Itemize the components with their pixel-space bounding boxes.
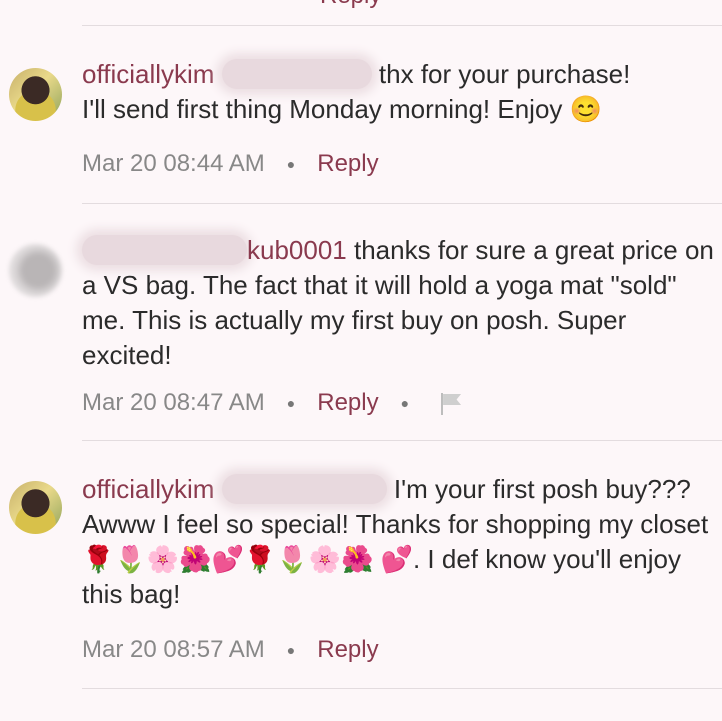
comment-username[interactable]: officiallykim bbox=[82, 474, 214, 504]
comment-timestamp: Mar 20 08:47 AM bbox=[82, 389, 265, 416]
separator-dot: ● bbox=[400, 395, 410, 411]
separator-dot: ● bbox=[286, 642, 296, 658]
comment-body-line2: I'll send first thing Monday morning! En… bbox=[82, 94, 563, 124]
comment-timestamp: Mar 20 08:44 AM bbox=[82, 150, 265, 177]
comment-username-suffix[interactable]: kub0001 bbox=[247, 235, 347, 265]
divider bbox=[82, 203, 722, 204]
avatar[interactable] bbox=[9, 68, 62, 121]
divider bbox=[82, 688, 722, 689]
reply-button[interactable]: Reply bbox=[317, 150, 378, 178]
redacted-mention bbox=[221, 474, 387, 504]
smiley-emoji-icon: 😊 bbox=[569, 94, 603, 124]
hearts-emoji-icon: 💕 bbox=[380, 544, 413, 574]
divider bbox=[82, 25, 722, 26]
avatar[interactable] bbox=[9, 481, 62, 534]
reply-button[interactable]: Reply bbox=[317, 389, 378, 417]
redacted-mention bbox=[221, 59, 372, 89]
flower-emoji-icon: 🌹🌷🌸🌺💕🌹🌷🌸🌺 bbox=[82, 544, 374, 574]
comment-username[interactable]: officiallykim bbox=[82, 59, 214, 89]
comment-body-line1: thx for your purchase! bbox=[378, 59, 631, 89]
divider bbox=[82, 440, 722, 441]
reply-button[interactable]: Reply bbox=[317, 636, 378, 664]
comment-text: officiallykim I'm your first posh buy???… bbox=[82, 472, 714, 612]
comment-meta: Mar 20 08:47 AM ● Reply ● bbox=[82, 389, 463, 417]
previous-reply-link[interactable]: Reply bbox=[320, 0, 381, 10]
separator-dot: ● bbox=[286, 395, 296, 411]
redacted-username bbox=[82, 235, 247, 265]
avatar[interactable] bbox=[9, 244, 62, 297]
separator-dot: ● bbox=[286, 156, 296, 172]
flag-icon[interactable] bbox=[437, 391, 463, 415]
comment-timestamp: Mar 20 08:57 AM bbox=[82, 636, 265, 663]
comment-meta: Mar 20 08:44 AM ● Reply bbox=[82, 150, 379, 178]
comment-text: officiallykim thx for your purchase! I'l… bbox=[82, 57, 714, 127]
comment-text: kub0001 thanks for sure a great price on… bbox=[82, 233, 714, 373]
comment-meta: Mar 20 08:57 AM ● Reply bbox=[82, 636, 379, 664]
